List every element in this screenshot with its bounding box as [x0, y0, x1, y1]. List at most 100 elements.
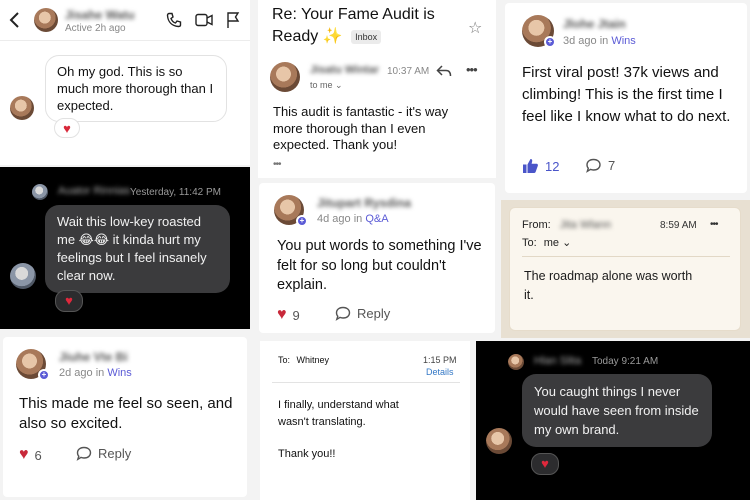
reply-label: Reply — [357, 306, 391, 321]
to-label: To: — [522, 237, 537, 249]
reply-button[interactable]: Reply — [76, 446, 131, 461]
like-button[interactable]: ♥ 6 — [19, 446, 42, 464]
message-bubble: Oh my god. This is so much more thorough… — [45, 55, 227, 122]
from-line: From: Jita Wlann — [522, 219, 611, 231]
email-message: To: Whitney 1:15 PM Details I finally, u… — [260, 341, 470, 500]
avatar — [34, 8, 58, 32]
avatar — [486, 428, 512, 454]
post-age: 3d ago — [563, 35, 597, 47]
inbox-tag[interactable]: Inbox — [351, 29, 382, 44]
post-meta: 2d ago in Wins — [59, 367, 132, 379]
comment-button[interactable]: 7 — [585, 158, 615, 173]
sender-name: Jisatu Wintar — [310, 64, 379, 76]
comment-count: 7 — [608, 158, 616, 173]
in-word: in — [599, 35, 609, 47]
avatar — [270, 62, 300, 92]
in-word: in — [353, 213, 363, 225]
email-note: From: Jita Wlann 8:59 AM ••• To: me ⌄ Th… — [501, 200, 750, 338]
email-subject: Re: Your Fame Audit is Ready ✨ Inbox — [272, 4, 462, 48]
from-label: From: — [522, 219, 551, 231]
divider — [522, 256, 730, 257]
category-link[interactable]: Wins — [107, 367, 131, 379]
details-link[interactable]: Details — [426, 367, 454, 377]
like-count: 9 — [292, 307, 300, 323]
email-body: This audit is fantastic - it's way more … — [273, 104, 449, 152]
like-button[interactable]: 12 — [522, 158, 559, 174]
video-icon[interactable] — [195, 13, 213, 32]
message-bubble: Wait this low-key roasted me 😂😂 it kinda… — [45, 205, 230, 293]
like-button[interactable]: ♥ 9 — [277, 306, 300, 324]
post-body: This made me feel so seen, and also so e… — [19, 395, 233, 432]
email-time: 8:59 AM — [660, 220, 697, 231]
email-thread: Re: Your Fame Audit is Ready ✨ Inbox ☆ J… — [258, 0, 496, 178]
email-time: 1:15 PM — [423, 355, 457, 365]
author-name: Jiuhe Vte Bi — [59, 350, 128, 364]
divider — [0, 40, 250, 41]
heart-icon: ♥ — [277, 306, 287, 323]
dm-thread-light: Jisahe Watu Active 2h ago Oh my god. Thi… — [0, 0, 250, 165]
back-icon[interactable] — [8, 11, 22, 29]
post-body: First viral post! 37k views and climbing… — [522, 64, 731, 125]
post-age: 2d ago — [59, 367, 93, 379]
heart-reaction[interactable]: ♥ — [531, 453, 559, 475]
email-body: The roadmap alone was worth it. — [524, 269, 693, 302]
comment-icon — [76, 446, 92, 461]
active-status: Active 2h ago — [65, 23, 126, 34]
divider — [272, 382, 460, 383]
timestamp: Yesterday, 11:42 PM — [130, 187, 221, 198]
email-signoff: Thank you!! — [278, 448, 336, 460]
more-options-icon[interactable]: ••• — [466, 62, 478, 77]
sender-name: Auator Rinnias — [58, 185, 131, 197]
author-name: Jlohe Jtain — [563, 17, 626, 31]
avatar — [508, 354, 524, 370]
message-bubble: You caught things I never would have see… — [522, 374, 712, 447]
community-post: + Jiuhe Vte Bi 2d ago in Wins This made … — [3, 337, 247, 497]
like-count: 12 — [545, 158, 560, 174]
member-badge-icon: + — [296, 215, 308, 227]
comment-icon — [586, 158, 601, 173]
dm-thread-dark: Auator Rinnias Yesterday, 11:42 PM Wait … — [0, 167, 250, 329]
thumbs-up-icon — [523, 159, 538, 173]
like-count: 6 — [34, 447, 42, 463]
email-body: I finally, understand what wasn't transl… — [278, 399, 399, 428]
post-body: You put words to something I've felt for… — [277, 238, 482, 293]
to-line[interactable]: to me ⌄ — [310, 80, 343, 91]
post-meta: 3d ago in Wins — [563, 35, 636, 47]
phone-icon[interactable] — [166, 12, 182, 33]
flag-icon[interactable] — [226, 11, 240, 34]
from-name: Jita Wlann — [559, 219, 612, 231]
to-label: To: — [278, 355, 291, 365]
avatar — [32, 184, 48, 200]
reply-label: Reply — [98, 446, 132, 461]
community-post: + Jitupart Rysdina 4d ago in Q&A You put… — [259, 183, 495, 333]
avatar — [10, 263, 36, 289]
timestamp: Today 9:21 AM — [592, 356, 659, 367]
to-line: To: me ⌄ — [522, 236, 571, 249]
author-name: Jitupart Rysdina — [317, 196, 412, 210]
category-link[interactable]: Q&A — [365, 213, 388, 225]
heart-icon: ♥ — [19, 446, 29, 463]
contact-name: Jisahe Watu — [65, 8, 135, 22]
member-badge-icon: + — [38, 369, 50, 381]
comment-icon — [335, 306, 351, 321]
in-word: in — [95, 367, 105, 379]
post-meta: 4d ago in Q&A — [317, 213, 389, 225]
email-time: 10:37 AM — [387, 66, 430, 77]
category-link[interactable]: Wins — [611, 35, 635, 47]
more-options-icon[interactable]: ••• — [710, 219, 718, 230]
to-name[interactable]: me ⌄ — [544, 237, 572, 249]
reply-icon[interactable] — [436, 64, 452, 83]
member-badge-icon: + — [544, 36, 556, 48]
community-post: + Jlohe Jtain 3d ago in Wins First viral… — [505, 3, 747, 193]
reply-button[interactable]: Reply — [335, 306, 390, 321]
dm-thread-dark: Hlan Slita Today 9:21 AM You caught thin… — [476, 341, 750, 500]
heart-reaction[interactable]: ♥ — [55, 290, 83, 312]
star-icon[interactable]: ☆ — [468, 18, 482, 38]
heart-reaction[interactable]: ♥ — [54, 118, 80, 138]
email-card: From: Jita Wlann 8:59 AM ••• To: me ⌄ Th… — [509, 207, 741, 331]
to-line: To: Whitney — [278, 355, 329, 365]
post-age: 4d ago — [317, 213, 351, 225]
to-name: Whitney — [296, 355, 330, 365]
expand-quoted-icon[interactable]: ••• — [273, 159, 281, 170]
avatar — [10, 96, 34, 120]
